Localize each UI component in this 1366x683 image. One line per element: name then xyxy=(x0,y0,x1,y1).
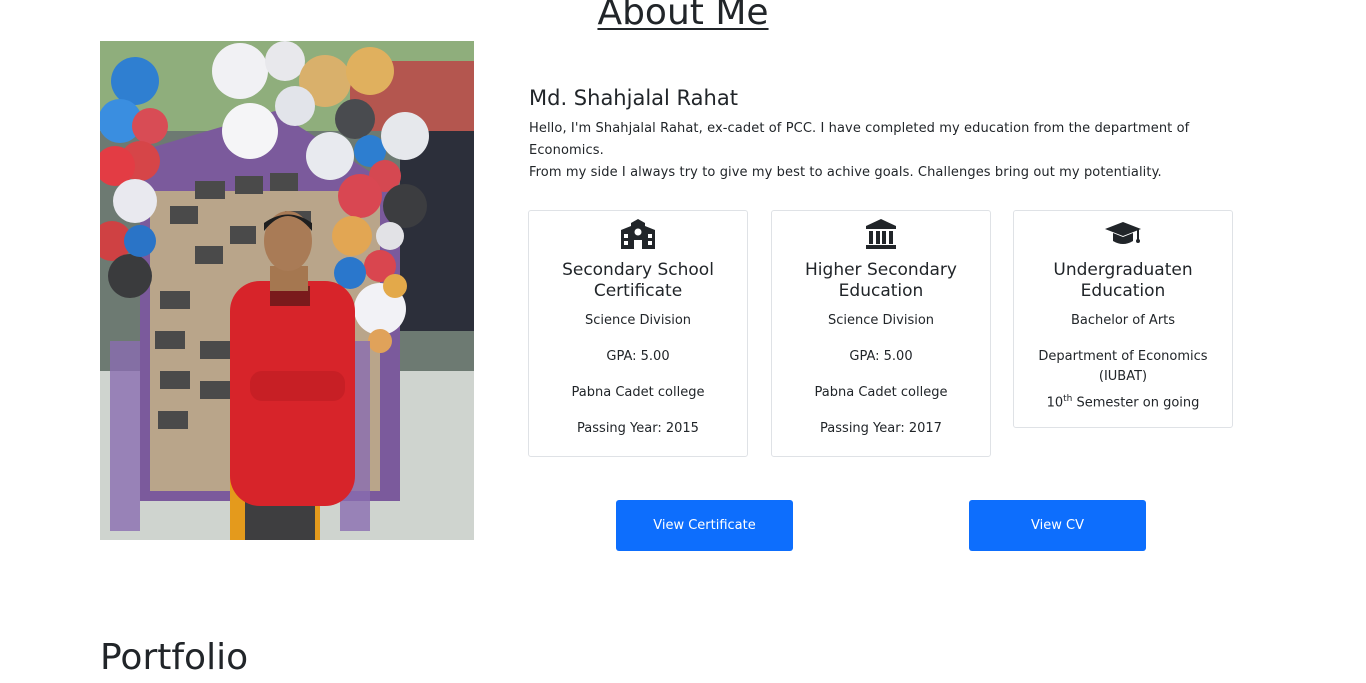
profile-photo xyxy=(100,41,474,540)
department-text: Department of Economics (IUBAT) xyxy=(1038,349,1208,384)
semester-number: 10 xyxy=(1046,395,1064,411)
institution-text: Pabna Cadet college xyxy=(571,385,705,400)
school-icon xyxy=(621,219,655,249)
passing-year-text: Passing Year: 2017 xyxy=(820,421,942,436)
institution-icon xyxy=(866,219,896,249)
institution-text: Pabna Cadet college xyxy=(814,385,948,400)
semester-text: 10th Semester on going xyxy=(1014,389,1232,413)
card-title: Higher Secondary Education xyxy=(805,260,957,301)
gpa-text: GPA: 5.00 xyxy=(606,349,670,364)
bio-line-1: Hello, I'm Shahjalal Rahat, ex-cadet of … xyxy=(529,121,1190,158)
education-card-hsc: Higher Secondary Education Science Divis… xyxy=(771,210,991,457)
education-card-undergrad: Undergraduaten Education Bachelor of Art… xyxy=(1013,210,1233,428)
card-title: Secondary School Certificate xyxy=(562,260,714,301)
gpa-text: GPA: 5.00 xyxy=(849,349,913,364)
passing-year-text: Passing Year: 2015 xyxy=(577,421,699,436)
view-cv-button[interactable]: View CV xyxy=(969,500,1146,551)
division-text: Science Division xyxy=(584,313,692,328)
semester-suffix: th xyxy=(1063,394,1073,404)
semester-status: Semester on going xyxy=(1072,395,1200,411)
person-name: Md. Shahjalal Rahat xyxy=(529,86,738,110)
portfolio-heading: Portfolio xyxy=(100,637,249,678)
view-certificate-button[interactable]: View Certificate xyxy=(616,500,793,551)
card-title: Undergraduaten Education xyxy=(1053,260,1193,301)
bio-text: Hello, I'm Shahjalal Rahat, ex-cadet of … xyxy=(529,118,1249,184)
degree-text: Bachelor of Arts xyxy=(1070,313,1176,328)
education-card-ssc: Secondary School Certificate Science Div… xyxy=(528,210,748,457)
about-me-heading: About Me xyxy=(597,0,769,33)
division-text: Science Division xyxy=(827,313,935,328)
bio-line-2: From my side I always try to give my bes… xyxy=(529,165,1162,180)
graduation-cap-icon xyxy=(1105,222,1141,244)
